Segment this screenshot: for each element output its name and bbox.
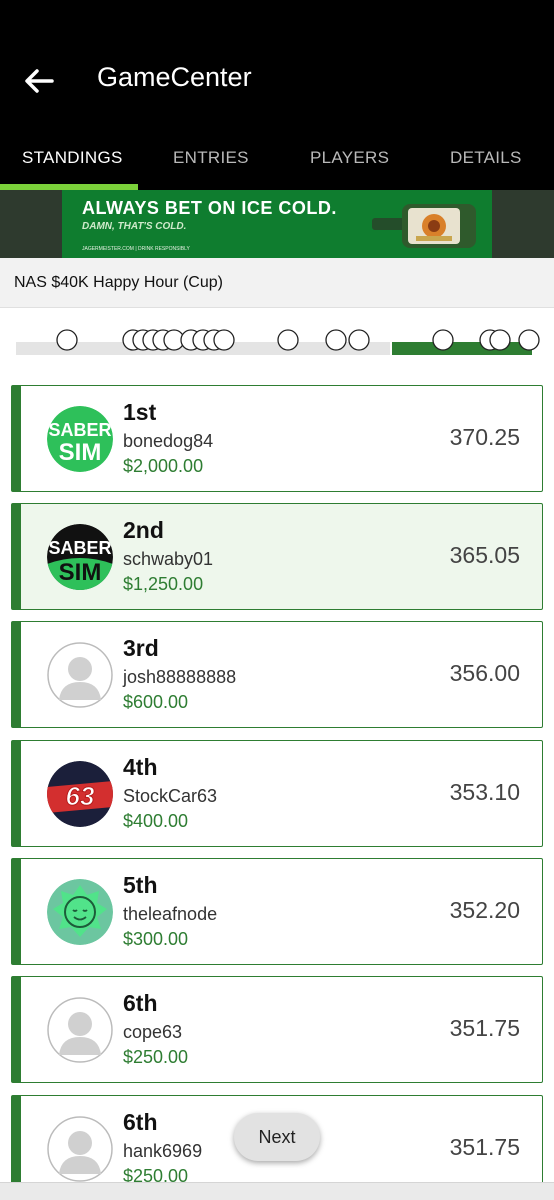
tab-players[interactable]: PLAYERS [310,148,389,168]
default-user-avatar-icon [47,1116,113,1182]
standing-row[interactable]: SABER SIM 2nd schwaby01 $1,250.00 365.05 [11,503,543,610]
prize-amount: $2,000.00 [123,456,204,476]
standing-row[interactable]: 3rd josh88888888 $600.00 356.00 [11,621,543,728]
rank-label: 4th [123,754,158,780]
timeline-marker[interactable] [489,329,511,351]
username[interactable]: hank6969 [123,1141,202,1162]
back-arrow-icon[interactable] [22,64,56,98]
score-value: 365.05 [449,542,520,568]
standing-row[interactable]: SABER SIM 1st bonedog84 $2,000.00 370.25 [11,385,543,492]
timeline-marker[interactable] [56,329,78,351]
bottle-image-icon [362,196,492,252]
prize-amount: $300.00 [123,929,189,949]
rank-label: 6th [123,1109,158,1135]
contest-header: NAS $40K Happy Hour (Cup) [0,258,554,308]
sabersim-green-avatar-icon: SABER SIM [47,406,113,472]
svg-text:63: 63 [66,781,95,811]
app-bar: GameCenter STANDINGS ENTRIES PLAYERS DET… [0,0,554,190]
username[interactable]: josh88888888 [123,667,236,688]
score-value: 356.00 [449,660,520,686]
username[interactable]: schwaby01 [123,549,213,570]
tab-entries[interactable]: ENTRIES [173,148,249,168]
sabersim-dark-avatar-icon: SABER SIM [47,524,113,590]
svg-text:SABER: SABER [48,538,111,558]
standing-row[interactable]: 5th theleafnode $300.00 352.20 [11,858,543,965]
rank-label: 5th [123,872,158,898]
standing-row[interactable]: 63 4th StockCar63 $400.00 353.10 [11,740,543,847]
timeline-marker[interactable] [277,329,299,351]
svg-text:SABER: SABER [48,420,111,440]
ad-subline: DAMN, THAT'S COLD. [82,221,187,232]
ad-fine-print: JAGERMEISTER.COM | DRINK RESPONSIBLY [82,246,190,252]
username[interactable]: theleafnode [123,904,217,925]
ad-banner[interactable]: ALWAYS BET ON ICE COLD. DAMN, THAT'S COL… [0,190,554,258]
ad-headline: ALWAYS BET ON ICE COLD. [82,198,337,218]
contest-name: NAS $40K Happy Hour (Cup) [14,274,223,291]
svg-text:SIM: SIM [59,559,102,586]
rank-label: 1st [123,399,157,425]
rank-label: 3rd [123,635,159,661]
rank-label: 6th [123,990,158,1016]
race-progress-timeline [16,329,540,355]
timeline-marker[interactable] [213,329,235,351]
leaf-face-avatar-icon [47,879,113,945]
score-value: 370.25 [449,424,520,450]
score-value: 352.20 [449,897,520,923]
timeline-marker[interactable] [518,329,540,351]
rank-label: 2nd [123,517,164,543]
tab-bar: STANDINGS ENTRIES PLAYERS DETAILS [0,140,554,190]
score-value: 351.75 [449,1134,520,1160]
prize-amount: $1,250.00 [123,574,204,594]
username[interactable]: cope63 [123,1022,182,1043]
prize-amount: $600.00 [123,692,189,712]
score-value: 353.10 [449,779,520,805]
timeline-marker[interactable] [432,329,454,351]
timeline-marker[interactable] [325,329,347,351]
standing-row[interactable]: 6th cope63 $250.00 351.75 [11,976,543,1083]
tab-standings[interactable]: STANDINGS [22,148,123,168]
ad-content: ALWAYS BET ON ICE COLD. DAMN, THAT'S COL… [62,190,492,258]
svg-text:SIM: SIM [59,439,102,466]
score-value: 351.75 [449,1015,520,1041]
default-user-avatar-icon [47,642,113,708]
car-63-avatar-icon: 63 [47,761,113,827]
username[interactable]: StockCar63 [123,786,217,807]
next-row-peek [0,1182,554,1200]
page-title: GameCenter [97,62,252,92]
timeline-track-completed [392,342,532,355]
prize-amount: $250.00 [123,1047,189,1067]
prize-amount: $400.00 [123,811,189,831]
username[interactable]: bonedog84 [123,431,213,452]
timeline-marker[interactable] [348,329,370,351]
tab-details[interactable]: DETAILS [450,148,522,168]
next-button[interactable]: Next [234,1113,320,1161]
default-user-avatar-icon [47,997,113,1063]
